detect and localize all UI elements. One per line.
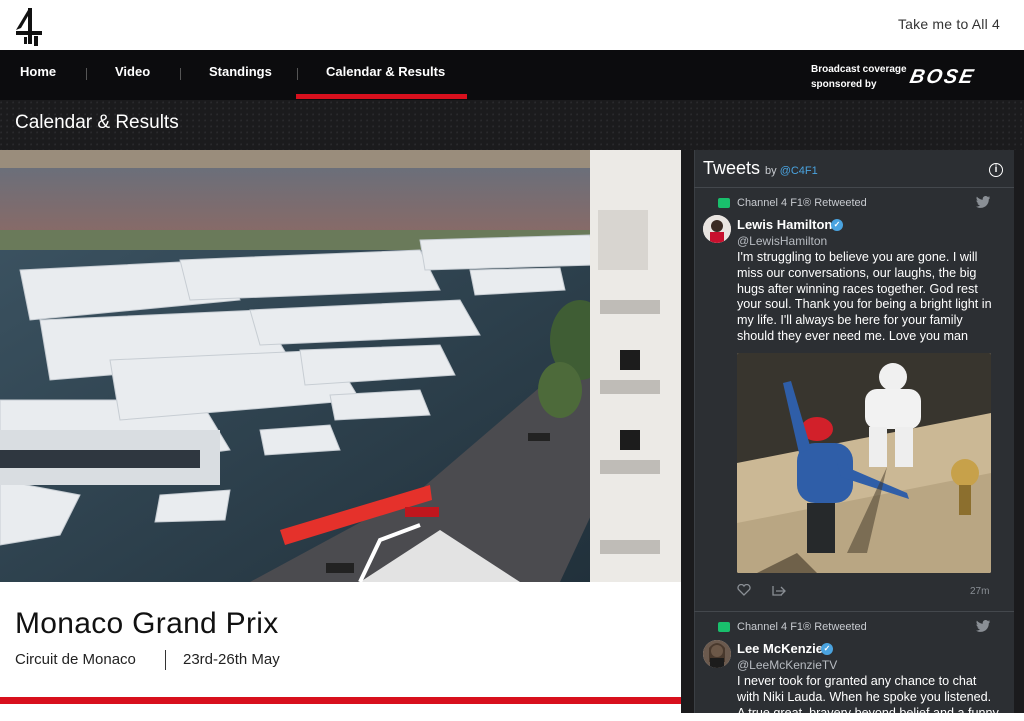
bose-logo[interactable]: BOSE (908, 66, 977, 89)
tweet-author-handle[interactable]: @LewisHamilton (737, 234, 827, 248)
retweet-icon (718, 622, 730, 632)
nav-item-home[interactable]: Home (20, 50, 56, 100)
nav-item-standings[interactable]: Standings (209, 50, 272, 100)
tweets-by-handle-link[interactable]: @C4F1 (780, 165, 818, 177)
tweet-text: I never took for granted any chance to c… (737, 674, 999, 720)
share-icon[interactable] (772, 583, 786, 597)
event-info (0, 582, 681, 713)
verified-icon: ✓ (831, 219, 843, 231)
page-title: Calendar & Results (15, 112, 179, 133)
tweet-author-handle[interactable]: @LeeMcKenzieTV (737, 658, 837, 672)
retweeted-by-text: Channel 4 F1® Retweeted (737, 621, 867, 633)
twitter-bird-icon[interactable] (976, 196, 990, 208)
tweet-timestamp[interactable]: 27m (970, 586, 989, 597)
nav-item-video[interactable]: Video (115, 50, 150, 100)
tweet-photo[interactable] (737, 353, 991, 573)
tweet-author-name[interactable]: Lee McKenzie (737, 641, 823, 656)
hero-image (0, 150, 681, 582)
sponsor-line-1: Broadcast coverage (811, 64, 907, 75)
nav-active-indicator (296, 94, 467, 99)
retweeted-by-text: Channel 4 F1® Retweeted (737, 197, 867, 209)
avatar[interactable] (703, 640, 731, 668)
channel4-logo[interactable] (14, 6, 44, 46)
retweet-icon (718, 198, 730, 208)
nav-separator (180, 68, 181, 80)
twitter-bird-icon[interactable] (976, 620, 990, 632)
sponsor-line-2: sponsored by (811, 79, 877, 90)
event-dates: 23rd-26th May (183, 651, 280, 668)
like-heart-icon[interactable] (737, 584, 751, 596)
tweets-header-divider (694, 187, 1014, 188)
event-accent-line (0, 697, 681, 704)
top-bar: Take me to All 4 (0, 0, 1024, 50)
all4-link[interactable]: Take me to All 4 (898, 16, 1000, 32)
tweet-text: I'm struggling to believe you are gone. … (737, 250, 992, 343)
nav-separator (86, 68, 87, 80)
info-icon[interactable]: i (989, 163, 1003, 177)
event-circuit: Circuit de Monaco (15, 651, 136, 668)
verified-icon: ✓ (821, 643, 833, 655)
sponsor-text: Broadcast coverage sponsored by (811, 62, 907, 92)
tweets-by-prefix: by (765, 165, 777, 177)
tweet-author-name[interactable]: Lewis Hamilton (737, 217, 832, 232)
tweet-divider (694, 611, 1014, 612)
event-meta-separator (165, 650, 166, 670)
event-title: Monaco Grand Prix (15, 607, 279, 640)
tweets-title: Tweets (703, 158, 761, 178)
nav-separator (297, 68, 298, 80)
nav-item-calendar-results[interactable]: Calendar & Results (326, 50, 445, 100)
avatar[interactable] (703, 215, 731, 243)
tweets-by: by @C4F1 (765, 165, 818, 177)
